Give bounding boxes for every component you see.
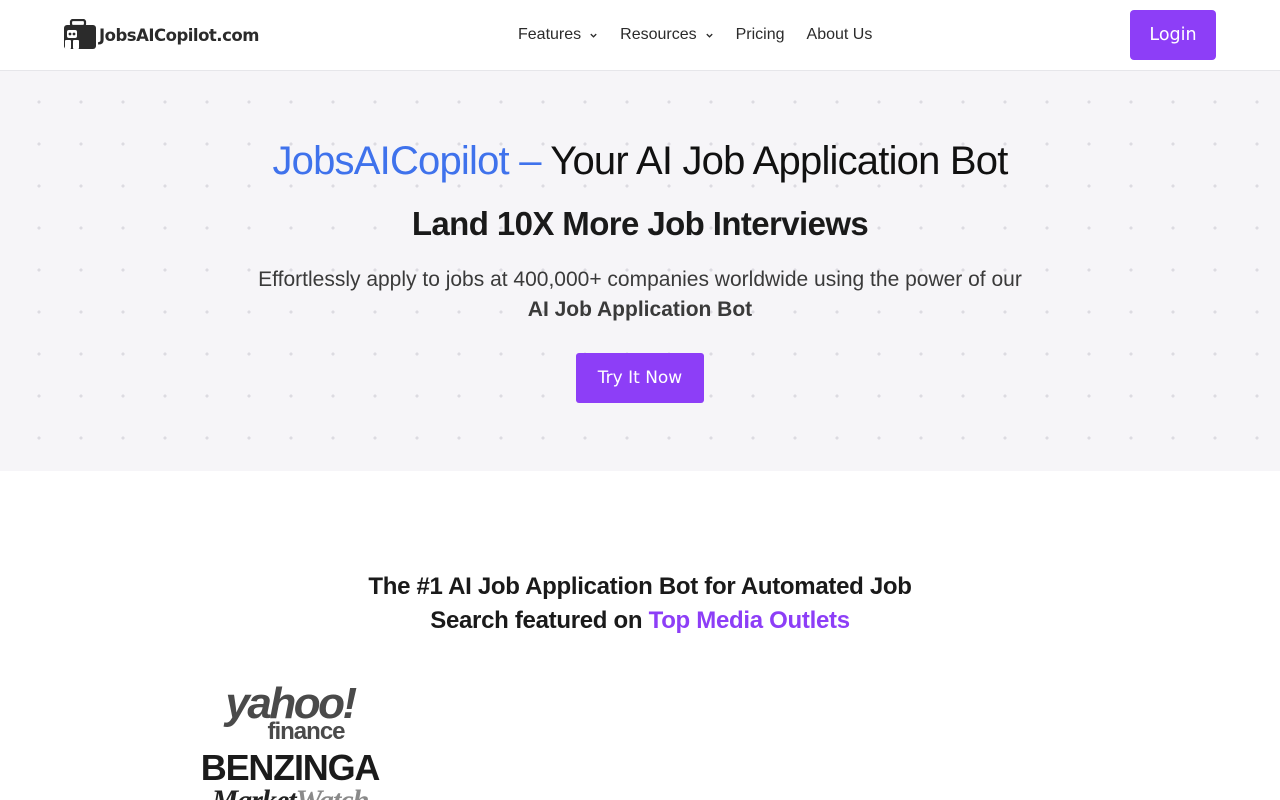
- nav-item-label: About Us: [806, 26, 873, 43]
- nav-item-about-us[interactable]: About Us: [807, 26, 873, 44]
- nav-item-label: Pricing: [735, 26, 785, 43]
- hero-section: JobsAICopilot – Your AI Job Application …: [0, 71, 1280, 471]
- hero-title: JobsAICopilot – Your AI Job Application …: [0, 139, 1280, 184]
- hero-title-rest: Your AI Job Application Bot: [550, 139, 1008, 183]
- try-it-now-button[interactable]: Try It Now: [576, 353, 704, 403]
- nav-item-label: Resources: [620, 26, 697, 43]
- nav-item-features[interactable]: Features: [518, 26, 598, 44]
- site-logo[interactable]: JobsAICopilot.com: [63, 18, 259, 52]
- nav-item-pricing[interactable]: Pricing: [736, 26, 785, 44]
- login-button[interactable]: Login: [1130, 10, 1216, 60]
- featured-title-prefix: Search featured on: [430, 607, 649, 634]
- logo-text: JobsAICopilot.com: [99, 25, 259, 45]
- marketwatch-logo: MarketWatch: [190, 786, 390, 800]
- media-logos: yahoo! finance BENZINGA MarketWatch: [190, 682, 390, 800]
- marketwatch-logo-a: Market: [212, 784, 297, 800]
- nav-item-resources[interactable]: Resources: [620, 26, 713, 44]
- main-nav: Features Resources Pricing About Us: [518, 24, 872, 46]
- featured-title-accent: Top Media Outlets: [648, 607, 850, 634]
- yahoo-finance-logo: yahoo! finance: [214, 682, 366, 744]
- briefcase-robot-icon: [63, 18, 97, 51]
- benzinga-logo: BENZINGA: [200, 747, 381, 788]
- nav-item-label: Features: [518, 26, 582, 43]
- hero-title-dash: –: [508, 139, 551, 183]
- site-header: JobsAICopilot.com Features Resources Pri…: [0, 0, 1280, 71]
- featured-title-line1: The #1 AI Job Application Bot for Automa…: [368, 573, 912, 600]
- marketwatch-logo-b: Watch: [296, 784, 370, 800]
- hero-title-brand: JobsAICopilot: [272, 139, 509, 183]
- hero-subtitle: Land 10X More Job Interviews: [411, 205, 869, 242]
- chevron-down-icon: [705, 31, 714, 40]
- hero-description: Effortlessly apply to jobs at 400,000+ c…: [0, 265, 1280, 325]
- chevron-down-icon: [589, 31, 598, 40]
- featured-title: The #1 AI Job Application Bot for Automa…: [0, 570, 1280, 638]
- hero-description-text: Effortlessly apply to jobs at 400,000+ c…: [258, 268, 1022, 291]
- hero-description-bold: AI Job Application Bot: [527, 298, 753, 321]
